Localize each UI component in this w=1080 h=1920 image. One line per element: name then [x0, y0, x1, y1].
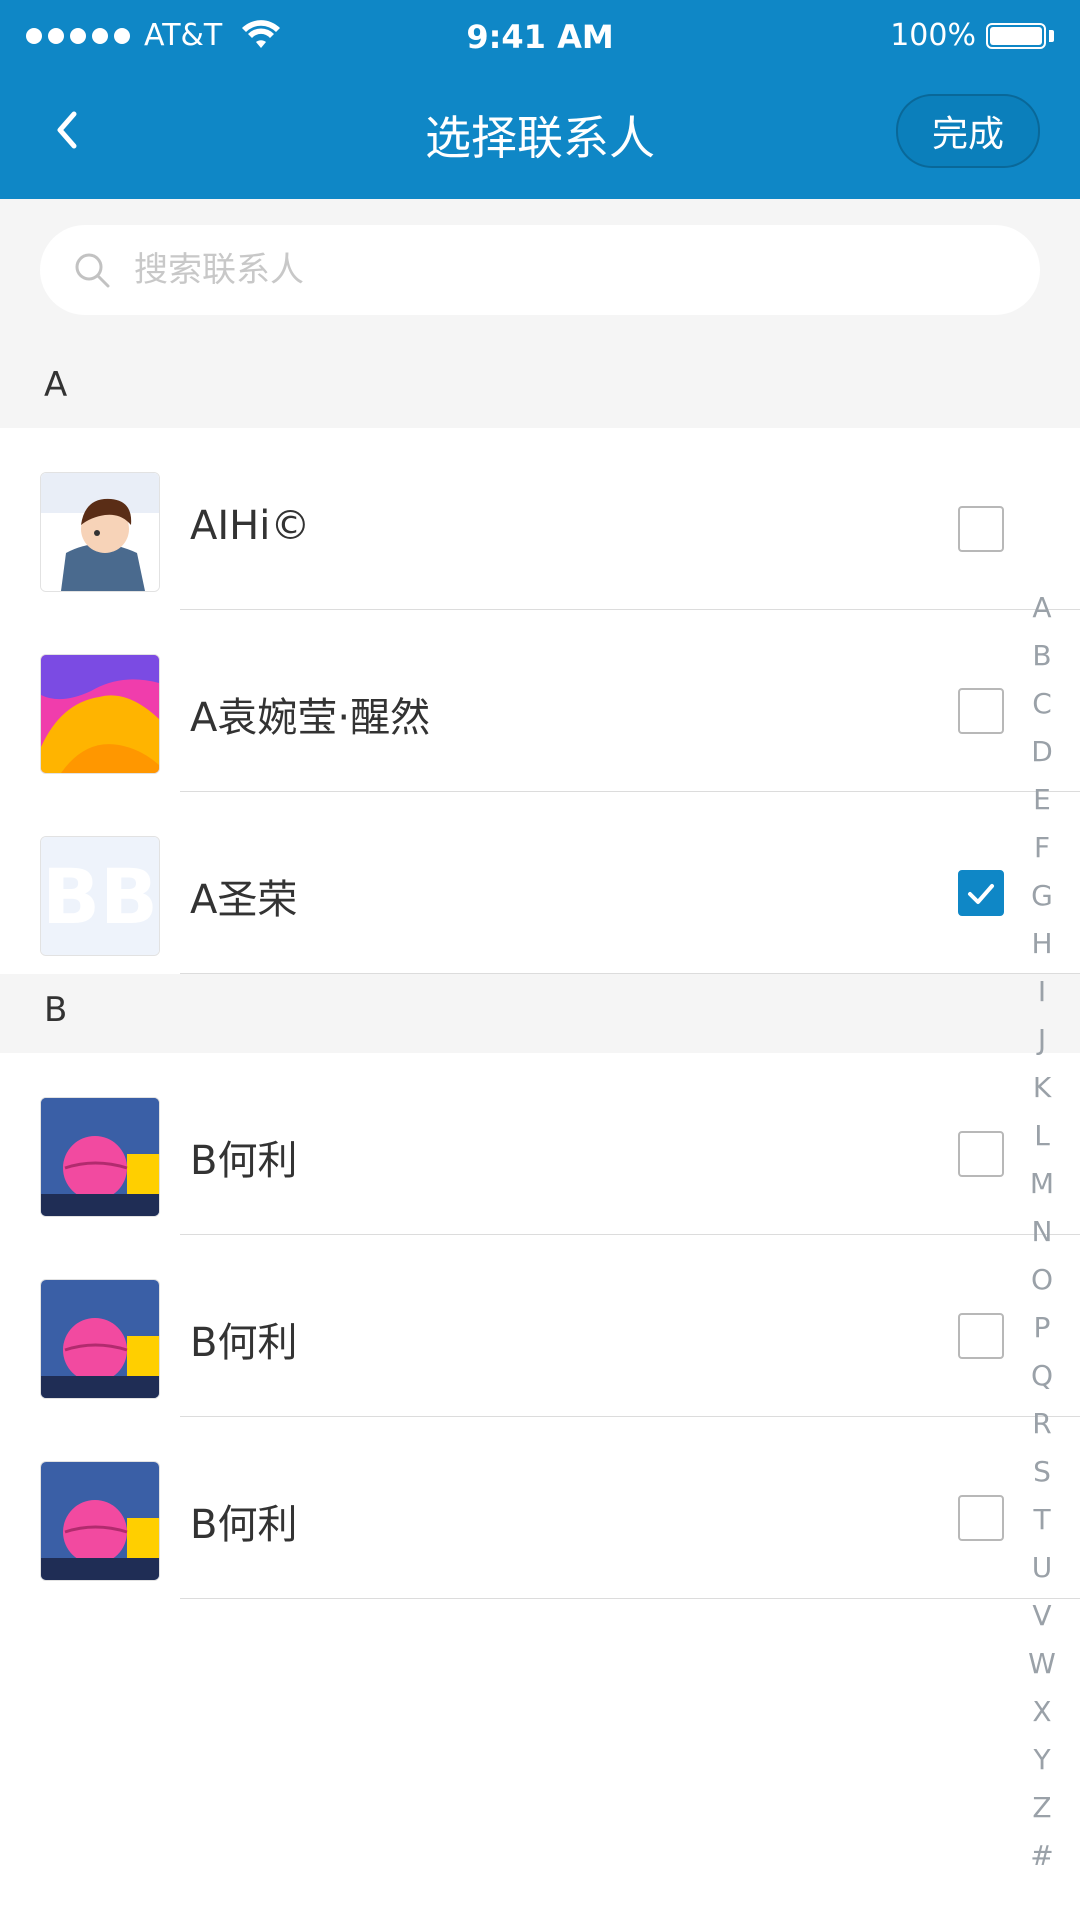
index-letter[interactable]: L: [1020, 1112, 1064, 1160]
alphabet-index[interactable]: A B C D E F G H I J K L M N O P Q R S T …: [1020, 584, 1064, 1880]
battery-percent: 100%: [890, 18, 976, 53]
index-letter[interactable]: V: [1020, 1592, 1064, 1640]
section-letter: A: [44, 365, 68, 405]
index-letter[interactable]: P: [1020, 1304, 1064, 1352]
section-letter: B: [44, 990, 68, 1030]
index-letter[interactable]: J: [1020, 1016, 1064, 1064]
contact-checkbox[interactable]: [958, 1313, 1004, 1359]
index-letter[interactable]: D: [1020, 728, 1064, 776]
avatar: [40, 1097, 160, 1217]
index-letter[interactable]: X: [1020, 1688, 1064, 1736]
contact-row[interactable]: B何利: [0, 1053, 1080, 1235]
row-divider: [180, 1598, 1080, 1599]
contact-name: A圣荣: [190, 877, 298, 923]
index-letter[interactable]: Y: [1020, 1736, 1064, 1784]
index-letter[interactable]: C: [1020, 680, 1064, 728]
battery: 100%: [890, 18, 1054, 53]
contact-checkbox[interactable]: [958, 688, 1004, 734]
contact-row[interactable]: AIHi©: [0, 428, 1080, 610]
svg-text:BB: BB: [42, 852, 158, 941]
top-bar: AT&T 9:41 AM 100% 选择联系人 完成: [0, 0, 1080, 199]
index-letter[interactable]: K: [1020, 1064, 1064, 1112]
contact-name: AIHi©: [190, 503, 311, 549]
index-letter[interactable]: U: [1020, 1544, 1064, 1592]
battery-icon: [986, 22, 1046, 49]
contact-name: B何利: [190, 1138, 298, 1184]
index-letter[interactable]: T: [1020, 1496, 1064, 1544]
contact-checkbox[interactable]: [958, 1131, 1004, 1177]
section-header-a: A: [0, 349, 1080, 428]
contact-checkbox[interactable]: [958, 1495, 1004, 1541]
search-input[interactable]: [132, 249, 986, 291]
index-letter[interactable]: #: [1020, 1832, 1064, 1880]
navigation-bar: 选择联系人 完成: [0, 78, 1080, 199]
avatar: [40, 1279, 160, 1399]
contact-row[interactable]: B何利: [0, 1235, 1080, 1417]
index-letter[interactable]: O: [1020, 1256, 1064, 1304]
index-letter[interactable]: M: [1020, 1160, 1064, 1208]
index-letter[interactable]: S: [1020, 1448, 1064, 1496]
contact-name: B何利: [190, 1320, 298, 1366]
index-letter[interactable]: I: [1020, 968, 1064, 1016]
contact-row[interactable]: BB A圣荣: [0, 792, 1080, 974]
index-letter[interactable]: G: [1020, 872, 1064, 920]
checkmark-icon: [968, 884, 994, 904]
avatar: [40, 654, 160, 774]
avatar: [40, 472, 160, 592]
contact-row[interactable]: A袁婉莹·醒然: [0, 610, 1080, 792]
index-letter[interactable]: R: [1020, 1400, 1064, 1448]
search-bar[interactable]: [40, 225, 1040, 315]
index-letter[interactable]: Z: [1020, 1784, 1064, 1832]
index-letter[interactable]: H: [1020, 920, 1064, 968]
search-area: [0, 199, 1080, 349]
contact-row[interactable]: B何利: [0, 1417, 1080, 1599]
index-letter[interactable]: F: [1020, 824, 1064, 872]
index-letter[interactable]: E: [1020, 776, 1064, 824]
section-header-b: B: [0, 974, 1080, 1053]
contact-name: B何利: [190, 1502, 298, 1548]
avatar: [40, 1461, 160, 1581]
index-letter[interactable]: A: [1020, 584, 1064, 632]
status-bar: AT&T 9:41 AM 100%: [0, 0, 1080, 78]
search-icon: [75, 253, 110, 288]
contact-checkbox[interactable]: [958, 870, 1004, 916]
done-button[interactable]: 完成: [896, 94, 1040, 168]
index-letter[interactable]: W: [1020, 1640, 1064, 1688]
index-letter[interactable]: N: [1020, 1208, 1064, 1256]
avatar: BB: [40, 836, 160, 956]
contact-checkbox[interactable]: [958, 506, 1004, 552]
contact-name: A袁婉莹·醒然: [190, 695, 431, 741]
index-letter[interactable]: B: [1020, 632, 1064, 680]
index-letter[interactable]: Q: [1020, 1352, 1064, 1400]
